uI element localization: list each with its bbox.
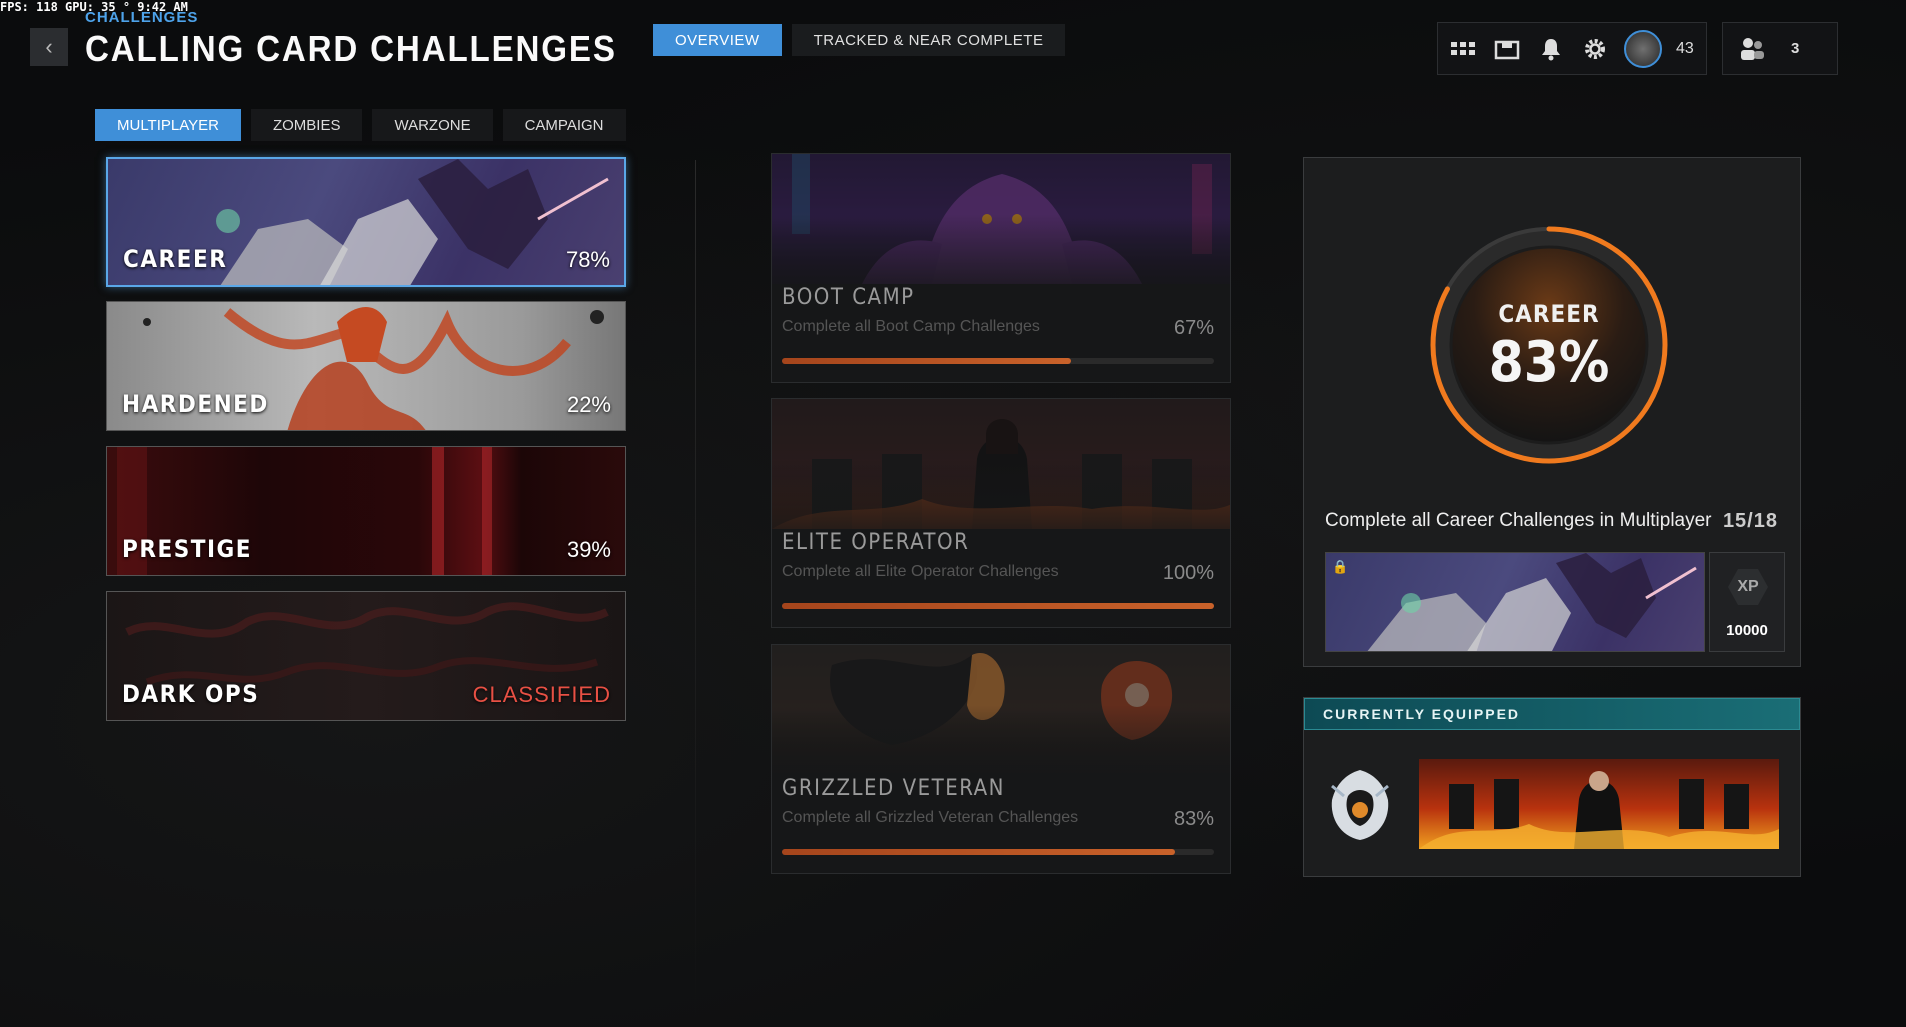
breadcrumb[interactable]: CHALLENGES [85, 9, 198, 26]
equipped-header: CURRENTLY EQUIPPED [1304, 698, 1800, 730]
progress-fill [782, 849, 1176, 855]
category-card-career[interactable]: CAREER 78% [106, 157, 626, 287]
tab-multiplayer[interactable]: MULTIPLAYER [95, 109, 241, 141]
challenge-percent: 100% [1162, 562, 1214, 584]
currently-equipped-panel: CURRENTLY EQUIPPED [1303, 697, 1801, 877]
friends-icon [1737, 34, 1767, 64]
tab-zombies[interactable]: ZOMBIES [250, 109, 363, 141]
friends-count: 3 [1791, 40, 1800, 57]
challenge-progress-bar [782, 358, 1214, 364]
challenge-card-elite-operator[interactable]: ELITE OPERATOR Complete all Elite Operat… [771, 398, 1231, 628]
store-icon[interactable] [1492, 34, 1522, 64]
challenge-card-grizzled-veteran[interactable]: GRIZZLED VETERAN Complete all Grizzled V… [771, 644, 1231, 874]
category-percent: 22% [566, 392, 611, 417]
tab-tracked[interactable]: TRACKED & NEAR COMPLETE [791, 24, 1066, 56]
mode-tabs: MULTIPLAYER ZOMBIES WARZONE CAMPAIGN [95, 109, 626, 141]
hud-bar: 43 [1437, 22, 1707, 75]
goal-description: Complete all Career Challenges in Multip… [1325, 510, 1712, 531]
tab-campaign[interactable]: CAMPAIGN [502, 109, 626, 141]
top-tabs: OVERVIEW TRACKED & NEAR COMPLETE [653, 24, 1066, 56]
chevron-left-icon: ‹ [45, 34, 53, 59]
gear-icon[interactable] [1580, 34, 1610, 64]
challenge-title: BOOT CAMP [782, 285, 915, 310]
challenge-description: Complete all Elite Operator Challenges [782, 563, 1059, 580]
category-classified-label: CLASSIFIED [472, 682, 611, 707]
category-card-dark-ops[interactable]: DARK OPS CLASSIFIED [106, 591, 626, 721]
equipped-emblem[interactable] [1324, 766, 1396, 844]
progress-fill [782, 603, 1214, 609]
friends-button[interactable]: 3 [1722, 22, 1838, 75]
challenge-percent: 67% [1173, 317, 1214, 339]
category-name: CAREER [123, 245, 228, 273]
category-name: HARDENED [122, 390, 269, 418]
category-percent: 39% [566, 537, 611, 562]
progress-fill [782, 358, 1072, 364]
xp-reward: XP 10000 [1709, 552, 1785, 652]
challenge-description: Complete all Boot Camp Challenges [782, 318, 1040, 335]
category-name: DARK OPS [122, 680, 260, 708]
reward-art [1326, 553, 1704, 651]
avatar[interactable] [1624, 29, 1662, 68]
bell-icon[interactable] [1536, 34, 1566, 64]
progress-ring: CAREER 83% [1424, 220, 1674, 470]
category-card-prestige[interactable]: PRESTIGE 39% [106, 446, 626, 576]
tab-warzone[interactable]: WARZONE [372, 109, 493, 141]
challenge-description: Complete all Grizzled Veteran Challenges [782, 809, 1079, 826]
xp-value: 10000 [1726, 622, 1768, 639]
page-title: CALLING CARD CHALLENGES [85, 28, 617, 69]
column-divider [695, 160, 696, 1020]
reward-calling-card[interactable]: 🔒 [1325, 552, 1705, 652]
player-level: 43 [1676, 39, 1694, 57]
ring-percent: 83% [1488, 330, 1610, 395]
career-detail-panel: CAREER 83% Complete all Career Challenge… [1303, 157, 1801, 667]
challenge-title: ELITE OPERATOR [782, 530, 970, 555]
grid-icon[interactable] [1448, 34, 1478, 64]
category-name: PRESTIGE [122, 535, 252, 563]
challenge-card-boot-camp[interactable]: BOOT CAMP Complete all Boot Camp Challen… [771, 153, 1231, 383]
challenge-title: GRIZZLED VETERAN [782, 776, 1005, 801]
back-button[interactable]: ‹ [30, 28, 68, 66]
goal-progress: 15/18 [1722, 510, 1778, 532]
ring-label: CAREER [1498, 300, 1600, 328]
category-card-hardened[interactable]: HARDENED 22% [106, 301, 626, 431]
challenge-percent: 83% [1173, 808, 1214, 830]
challenge-progress-bar [782, 603, 1214, 609]
tab-overview[interactable]: OVERVIEW [653, 24, 782, 56]
equipped-calling-card[interactable] [1419, 759, 1779, 849]
xp-icon: XP [1728, 569, 1768, 605]
category-percent: 78% [565, 247, 610, 272]
lock-icon: 🔒 [1332, 559, 1349, 574]
challenge-progress-bar [782, 849, 1214, 855]
